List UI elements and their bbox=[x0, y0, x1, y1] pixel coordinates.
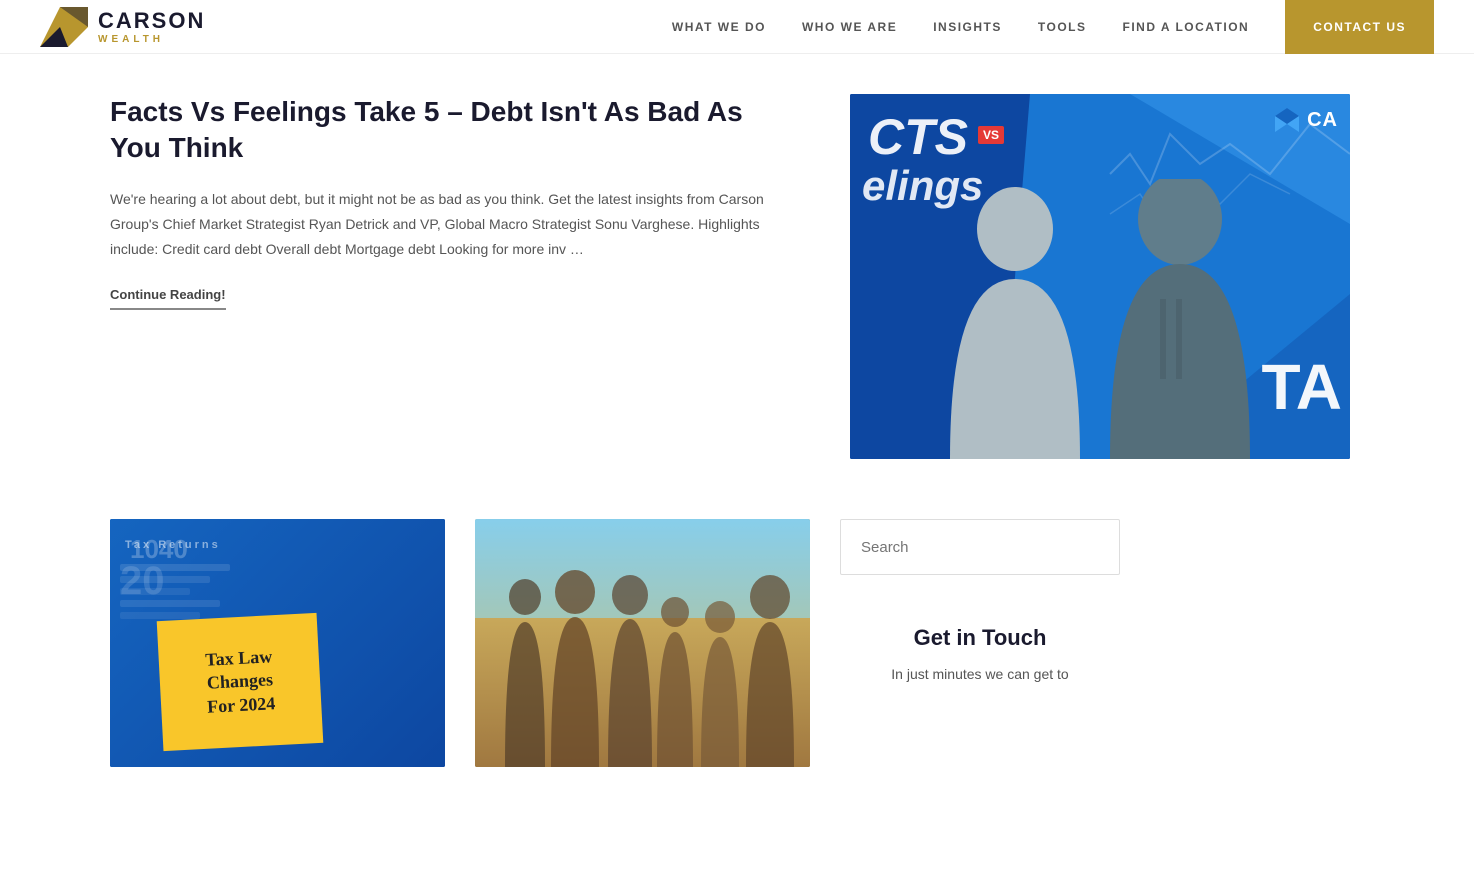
image-vs-badge: VS bbox=[978, 126, 1004, 144]
search-input[interactable] bbox=[840, 519, 1120, 575]
article-image: CTS VS elings CA TA bbox=[850, 94, 1350, 459]
family-card-inner bbox=[475, 519, 810, 767]
logo-text: CARSON WEALTH bbox=[98, 8, 205, 45]
nav-who-we-are[interactable]: WHO WE ARE bbox=[802, 20, 897, 34]
tax-sticky-note: Tax LawChangesFor 2024 bbox=[157, 613, 324, 751]
bottom-section: Tax Returns 1040 20 Tax LawChangesFor 20… bbox=[0, 459, 1474, 807]
nav-insights[interactable]: INSIGHTS bbox=[933, 20, 1002, 34]
contact-button[interactable]: CONTACT US bbox=[1285, 0, 1434, 54]
header: CARSON WEALTH WHAT WE DO WHO WE ARE INSI… bbox=[0, 0, 1474, 54]
article-title: Facts Vs Feelings Take 5 – Debt Isn't As… bbox=[110, 94, 790, 167]
logo-name: CARSON bbox=[98, 8, 205, 34]
family-silhouettes bbox=[475, 567, 810, 767]
sidebar: Get in Touch In just minutes we can get … bbox=[840, 519, 1120, 705]
get-in-touch-text: In just minutes we can get to bbox=[860, 663, 1100, 685]
logo-sub: WEALTH bbox=[98, 34, 205, 45]
main-nav: WHAT WE DO WHO WE ARE INSIGHTS TOOLS FIN… bbox=[672, 0, 1434, 54]
logo-icon bbox=[40, 7, 88, 47]
logo[interactable]: CARSON WEALTH bbox=[40, 7, 205, 47]
article-body: We're hearing a lot about debt, but it m… bbox=[110, 187, 790, 263]
tax-card-inner: Tax Returns 1040 20 Tax LawChangesFor 20… bbox=[110, 519, 445, 767]
image-cts-text: CTS bbox=[868, 112, 968, 162]
nav-what-we-do[interactable]: WHAT WE DO bbox=[672, 20, 766, 34]
ca-logo-area: CA bbox=[1273, 106, 1338, 134]
nav-tools[interactable]: TOOLS bbox=[1038, 20, 1087, 34]
people-silhouettes bbox=[850, 179, 1350, 459]
ca-text: CA bbox=[1307, 109, 1338, 132]
tax-sticky-text: Tax LawChangesFor 2024 bbox=[204, 645, 276, 719]
family-card[interactable] bbox=[475, 519, 810, 767]
get-in-touch-title: Get in Touch bbox=[860, 625, 1100, 651]
ca-chevron-icon bbox=[1273, 106, 1301, 134]
tax-card[interactable]: Tax Returns 1040 20 Tax LawChangesFor 20… bbox=[110, 519, 445, 767]
get-in-touch-section: Get in Touch In just minutes we can get … bbox=[840, 605, 1120, 705]
article-section: Facts Vs Feelings Take 5 – Debt Isn't As… bbox=[110, 94, 790, 310]
continue-reading-link[interactable]: Continue Reading! bbox=[110, 287, 226, 310]
nav-find-location[interactable]: FIND A LOCATION bbox=[1123, 20, 1250, 34]
main-content: Facts Vs Feelings Take 5 – Debt Isn't As… bbox=[0, 54, 1474, 459]
